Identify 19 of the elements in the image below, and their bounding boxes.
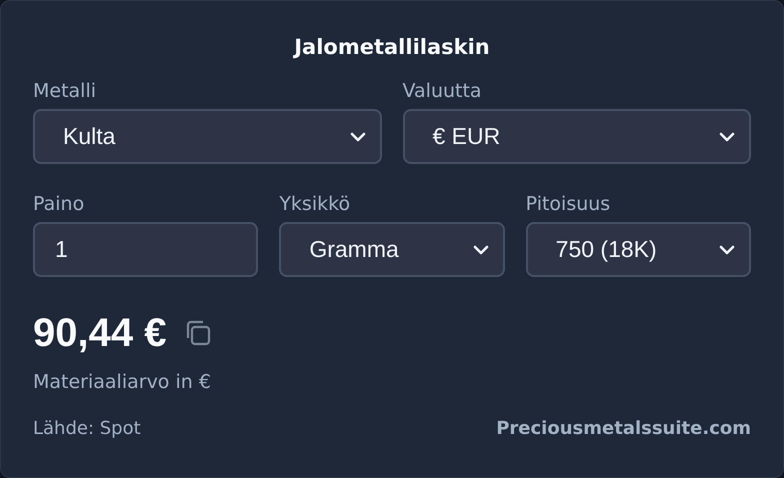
source-label: Lähde: Spot <box>33 417 141 441</box>
field-label: Valuutta <box>402 79 483 103</box>
dropdown[interactable]: Kulta <box>33 109 382 164</box>
card-title: Jalometallilaskin <box>292 34 491 61</box>
dropdown[interactable]: Gramma <box>279 222 505 277</box>
chevron-down-icon <box>350 132 366 142</box>
dropdown[interactable]: 750 (18K) <box>526 222 751 277</box>
chevron-down-icon <box>472 244 489 254</box>
result-value: 90,44 € <box>33 310 166 357</box>
dropdown[interactable]: € EUR <box>402 109 751 164</box>
chevron-down-icon <box>719 132 735 142</box>
field-label: Paino <box>33 192 86 216</box>
field-label: Pitoisuus <box>526 192 612 216</box>
field-label: Metalli <box>33 79 98 103</box>
field-label: Yksikkö <box>279 192 352 216</box>
chevron-down-icon <box>718 244 735 254</box>
website-link[interactable]: Preciousmetalssuite.com <box>496 415 751 442</box>
weight-input[interactable]: 1 <box>33 222 258 277</box>
result-caption: Materiaaliarvo in € <box>33 370 212 395</box>
